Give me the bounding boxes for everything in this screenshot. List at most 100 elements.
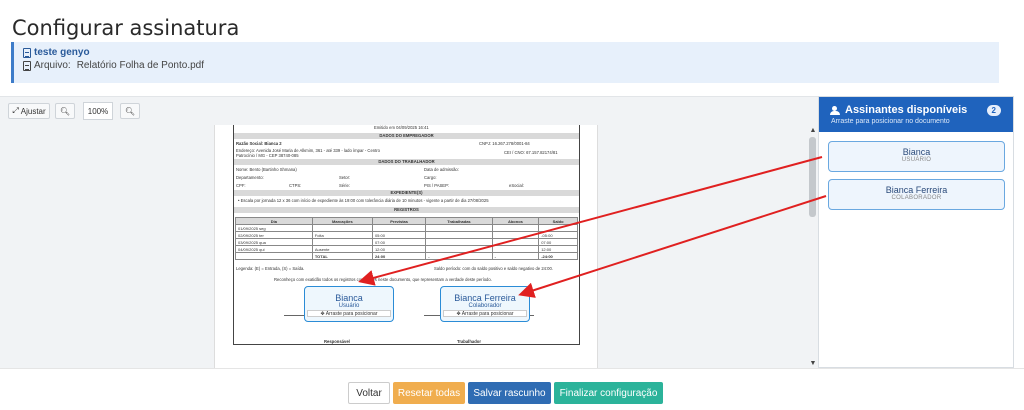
configure-signature-page: Configurar assinatura teste genyo Arquiv… (0, 0, 1024, 410)
table-cell: 05:00 (371, 231, 427, 239)
file-icon (23, 60, 31, 71)
scroll-thumb[interactable] (809, 137, 816, 217)
table-cell: 07:00 (371, 238, 427, 246)
table-cell: 01/09/2025 seg (235, 224, 313, 232)
doc-cei: CEI / CNO: 67.157.82174/81 (504, 150, 558, 155)
table-cell (538, 224, 578, 232)
fit-button[interactable]: ⤢ Ajustar (8, 103, 50, 119)
doc-records-table: Dia Marcações Previstas Trabalhadas Abonos Sa… (235, 217, 578, 260)
document-viewer[interactable]: Emitido em 04/09/2025 16:41 DADOS DO EMP… (0, 125, 818, 369)
table-cell (425, 224, 493, 232)
file-name: Relatório Folha de Ponto.pdf (76, 60, 204, 71)
panel-subtitle: Arraste para posicionar no documento (831, 118, 950, 125)
placed-signature-bianca-ferreira[interactable]: Bianca Ferreira Colaborador ✥ Arraste pa… (440, 286, 530, 322)
viewer-toolbar: ⤢ Ajustar 🔍︎ 100% 🔍︎ (0, 97, 818, 125)
document-info-box: teste genyo Arquivo: Relatório Folha de … (11, 42, 999, 83)
table-cell (491, 238, 540, 246)
table-row: 02/09/2025 ter Folta 05:00 -05:00 (235, 231, 578, 239)
viewer-scrollbar[interactable]: ▲ ▼ (808, 125, 818, 369)
doc-ctps: CTPS: (289, 183, 302, 188)
doc-nome: Nome: Bento (Bartinho Shmana) (236, 167, 297, 172)
doc-serie: Série: (339, 183, 350, 188)
signer-card-bianca-ferreira[interactable]: Bianca Ferreira COLABORADOR (828, 179, 1005, 210)
placed-signature-bianca[interactable]: Bianca Usuário ✥ Arraste para posicionar (304, 286, 394, 322)
doc-admissao: Data de admissão: (424, 167, 459, 172)
placed-signer-role: Colaborador (468, 303, 502, 309)
signer-role: USUÁRIO (901, 157, 932, 163)
page-title: Configurar assinatura (12, 16, 240, 40)
file-label: Arquivo: (34, 60, 71, 71)
scroll-down-icon[interactable]: ▼ (809, 360, 817, 367)
table-cell: -24:00 (538, 252, 578, 260)
signer-name: Bianca (902, 147, 931, 157)
table-cell: 07:00 (538, 238, 578, 246)
table-header-row: Dia Marcações Previstas Trabalhadas Abonos Sa… (235, 217, 578, 225)
doc-esocial: eSocial: (509, 183, 524, 188)
file-row: Arquivo: Relatório Folha de Ponto.pdf (23, 60, 204, 71)
table-cell: Folta (311, 231, 373, 239)
expand-icon: ⤢ (12, 106, 19, 115)
back-button[interactable]: Voltar (348, 382, 390, 404)
table-cell: - (491, 252, 540, 260)
drag-handle[interactable]: ✥ Arraste para posicionar (307, 310, 391, 317)
table-cell (491, 245, 540, 253)
drag-handle[interactable]: ✥ Arraste para posicionar (443, 310, 527, 317)
table-cell: 03/09/2025 qua (235, 238, 313, 246)
table-cell: - (425, 252, 493, 260)
zoom-out-button[interactable]: 🔍︎ (55, 103, 75, 119)
table-row: 04/09/2025 qui Ausente 12:00 12:00 (235, 245, 578, 253)
doc-endereco2: Patrocínio / MG - CEP 38740-085 (236, 153, 299, 158)
doc-legenda: Legenda: (E) = Entrada, (S) = Saída. (236, 266, 305, 271)
users-icon (830, 105, 841, 115)
table-row: 03/09/2025 qua 07:00 07:00 (235, 238, 578, 246)
drag-hint: Arraste para posicionar (325, 311, 378, 317)
doc-saldo-note: Saldo período: com do saldo positivo e s… (434, 266, 553, 271)
table-cell (235, 252, 313, 260)
zoom-in-button[interactable]: 🔍︎ (120, 103, 140, 119)
doc-trabalhador: Trabalhador (457, 339, 481, 344)
available-signers-panel: Assinantes disponíveis Arraste para posi… (818, 96, 1014, 368)
table-header-cell: Dia (235, 217, 313, 225)
table-header-cell: Trabalhadas (425, 217, 493, 225)
doc-responsavel: Responsável (324, 339, 350, 344)
table-cell (425, 231, 493, 239)
table-cell (311, 224, 373, 232)
doc-expediente-header: EXPEDIENTE(S) (234, 190, 579, 196)
table-cell (311, 238, 373, 246)
zoom-out-icon: 🔍︎ (59, 106, 71, 116)
document-name: teste genyo (34, 47, 90, 58)
doc-emitted: Emitido em 04/09/2025 16:41 (374, 125, 429, 130)
signer-role: COLABORADOR (891, 195, 942, 201)
finish-configuration-button[interactable]: Finalizar configuração (554, 382, 663, 404)
table-header-cell: Previstas (371, 217, 427, 225)
table-cell: -05:00 (538, 231, 578, 239)
table-body: 01/09/2025 seg 02/09/2025 ter Folta 05:00 -0… (235, 224, 578, 260)
doc-cnpj: CNPJ: 16.267.278/0001-84 (479, 141, 530, 146)
table-cell: 02/09/2025 ter (235, 231, 313, 239)
doc-pis: PIS / PASEP: (424, 183, 450, 188)
scroll-up-icon[interactable]: ▲ (809, 127, 817, 134)
save-draft-button[interactable]: Salvar rascunho (468, 382, 551, 404)
zoom-in-icon: 🔍︎ (124, 106, 136, 116)
table-header-cell: Abonos (491, 217, 540, 225)
reset-all-button[interactable]: Resetar todas (393, 382, 465, 404)
doc-cargo: Cargo: (424, 175, 437, 180)
table-header-cell: Marcações (311, 217, 373, 225)
table-cell: TOTAL (311, 252, 373, 260)
timesheet-document: Emitido em 04/09/2025 16:41 DADOS DO EMP… (233, 125, 580, 345)
table-cell: Ausente (311, 245, 373, 253)
table-header-cell: Saldo (538, 217, 578, 225)
action-footer: Voltar Resetar todas Salvar rascunho Fin… (0, 368, 1024, 410)
panel-title: Assinantes disponíveis (845, 104, 968, 116)
table-cell: 12:00 (538, 245, 578, 253)
table-cell (491, 231, 540, 239)
table-cell: 12:00 (371, 245, 427, 253)
table-cell (425, 238, 493, 246)
table-row: 01/09/2025 seg (235, 224, 578, 232)
signer-card-bianca[interactable]: Bianca USUÁRIO (828, 141, 1005, 172)
pdf-page: Emitido em 04/09/2025 16:41 DADOS DO EMP… (214, 125, 598, 369)
file-pdf-icon (23, 47, 31, 58)
doc-setor: Setor: (339, 175, 351, 180)
doc-registros-header: REGISTROS (234, 207, 579, 213)
doc-expediente-line: • Escala por jornada 12 x 36 com início … (238, 198, 489, 203)
